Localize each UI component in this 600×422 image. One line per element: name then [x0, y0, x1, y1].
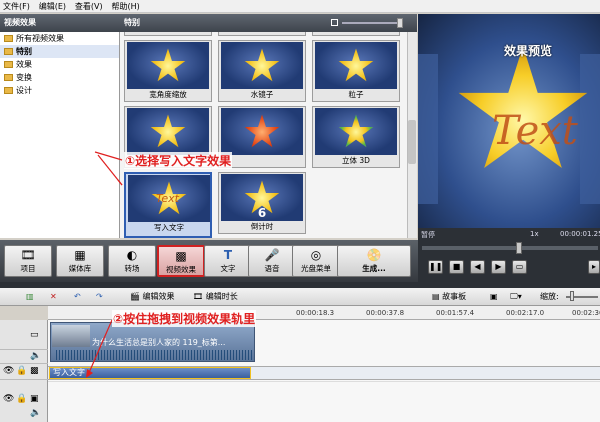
arrow-line-3	[87, 319, 113, 376]
arrow-head-1	[117, 179, 123, 186]
annotation-arrows	[86, 151, 123, 378]
annotation-step-2: ②按住拖拽到视频效果轨里	[112, 310, 257, 327]
annotation-step-1: ①选择写入文字效果	[124, 152, 233, 169]
